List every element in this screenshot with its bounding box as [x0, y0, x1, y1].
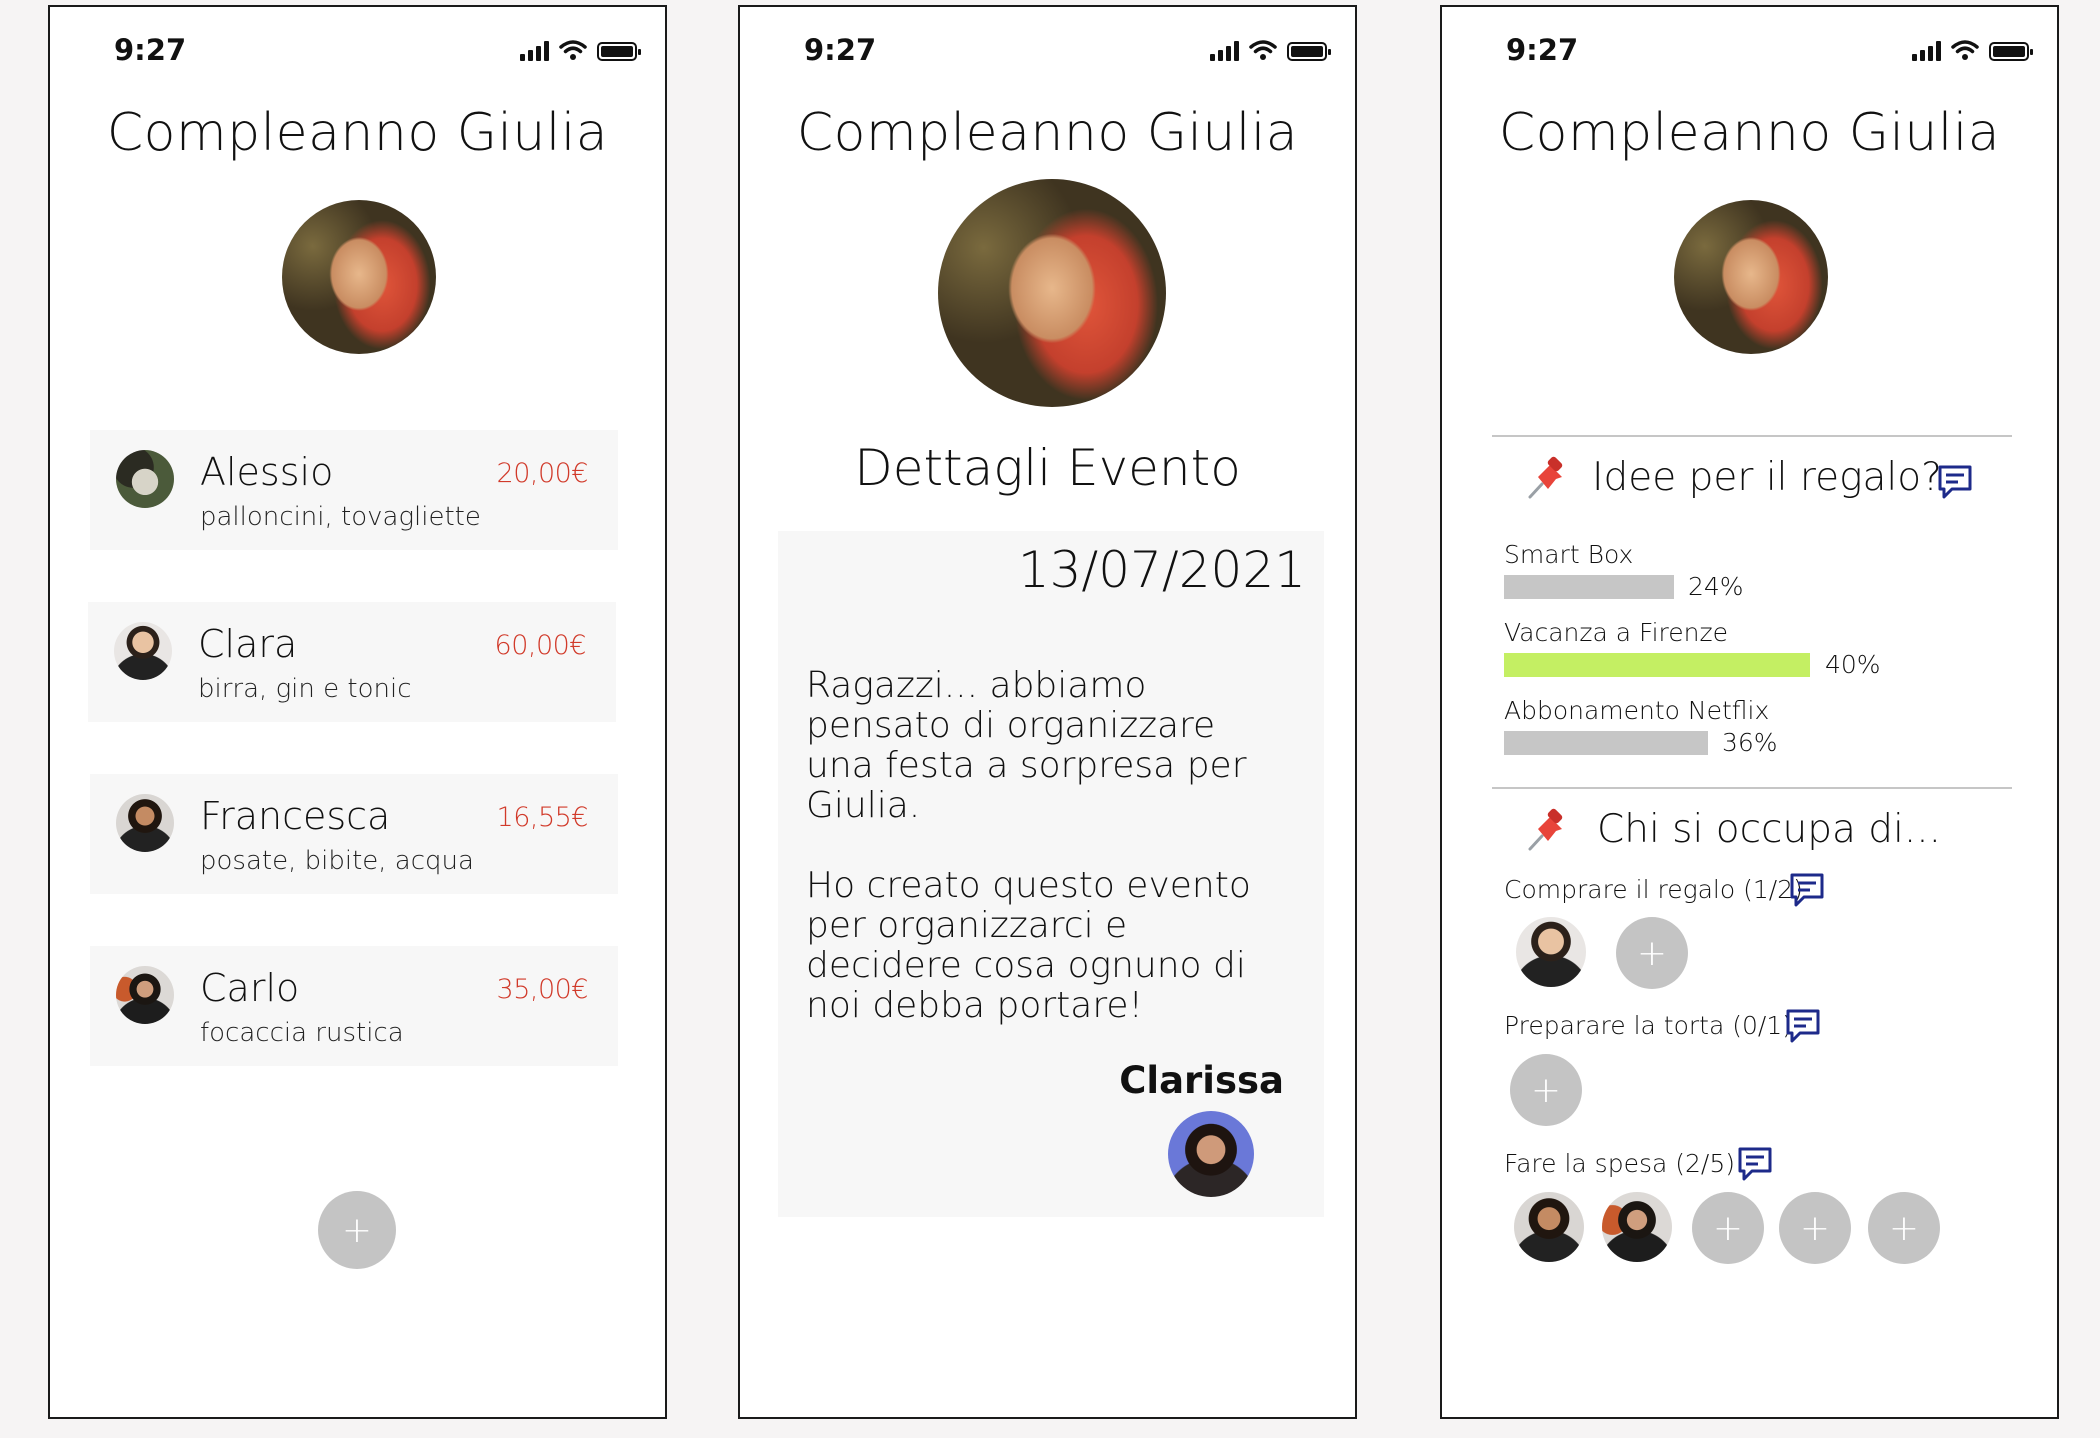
battery-icon [1287, 42, 1331, 61]
divider [1492, 435, 2012, 437]
poll-percentage: 40% [1825, 650, 1881, 679]
task-avatar [1516, 917, 1586, 987]
status-time: 9:27 [114, 33, 187, 67]
wifi-icon [1951, 40, 1979, 60]
contribution-description: focaccia rustica [200, 1018, 404, 1048]
battery-icon [1989, 42, 2033, 61]
add-person-button[interactable]: + [1779, 1192, 1851, 1264]
phone-screen-event-details: 9:27 Compleanno Giulia Dettagli Evento 1… [738, 5, 1357, 1419]
poll-percentage: 36% [1722, 728, 1778, 757]
task-avatar [1514, 1192, 1584, 1262]
chat-icon[interactable] [1736, 1145, 1774, 1183]
phone-screen-contributions: 9:27 Compleanno Giulia Alessio palloncin… [48, 5, 667, 1419]
wifi-icon [559, 40, 587, 60]
contribution-item-clara[interactable]: Clara birra, gin e tonic 60,00€ [88, 602, 616, 722]
signal-icon [520, 41, 549, 61]
add-contribution-button[interactable]: + [318, 1191, 396, 1269]
wifi-icon [1249, 40, 1277, 60]
event-details-heading: Dettagli Evento [854, 439, 1241, 497]
add-person-button[interactable]: + [1692, 1192, 1764, 1264]
task-avatar [1602, 1192, 1672, 1262]
contributor-name: Alessio [200, 450, 334, 494]
event-title: Compleanno Giulia [796, 103, 1299, 163]
avatar [114, 622, 172, 680]
task-label: Fare la spesa (2/5) [1504, 1149, 1735, 1178]
poll-bar[interactable] [1504, 731, 1708, 755]
add-person-button[interactable]: + [1868, 1192, 1940, 1264]
gift-ideas-title: Idee per il regalo? [1592, 455, 1942, 500]
divider [1492, 787, 2012, 789]
status-icons [1210, 39, 1331, 61]
contribution-item-francesca[interactable]: Francesca posate, bibite, acqua 16,55€ [90, 774, 618, 894]
event-title: Compleanno Giulia [106, 103, 609, 163]
add-person-button[interactable]: + [1510, 1054, 1582, 1126]
event-details-card: 13/07/2021 Ragazzi... abbiamo pensato di… [778, 531, 1324, 1217]
task-label: Preparare la torta (0/1) [1504, 1011, 1792, 1040]
contributor-name: Carlo [200, 966, 300, 1010]
avatar [116, 794, 174, 852]
poll-bar[interactable] [1504, 575, 1674, 599]
phone-screen-organization: 9:27 Compleanno Giulia Idee per il regal… [1440, 5, 2059, 1419]
contribution-description: posate, bibite, acqua [200, 846, 474, 876]
chat-icon[interactable] [1784, 1007, 1822, 1045]
status-time: 9:27 [804, 33, 877, 67]
poll-option-label: Abbonamento Netflix [1504, 696, 1770, 725]
event-message: Ragazzi... abbiamo pensato di organizzar… [806, 665, 1251, 1026]
avatar [116, 966, 174, 1024]
event-title: Compleanno Giulia [1498, 103, 2001, 163]
pushpin-icon [1528, 456, 1563, 499]
battery-icon [597, 42, 641, 61]
status-icons [520, 39, 641, 61]
poll-option-label: Smart Box [1504, 540, 1634, 569]
giulia-avatar [1674, 200, 1828, 354]
signal-icon [1912, 41, 1941, 61]
giulia-avatar [938, 179, 1166, 407]
chat-icon[interactable] [1788, 871, 1826, 909]
contributor-name: Francesca [200, 794, 391, 838]
contribution-item-alessio[interactable]: Alessio palloncini, tovagliette 20,00€ [90, 430, 618, 550]
task-label: Comprare il regalo (1/2) [1504, 875, 1803, 904]
contribution-price: 35,00€ [496, 974, 589, 1005]
contribution-price: 60,00€ [494, 630, 587, 661]
contribution-item-carlo[interactable]: Carlo focaccia rustica 35,00€ [90, 946, 618, 1066]
event-date: 13/07/2021 [1017, 541, 1306, 599]
avatar [116, 450, 174, 508]
poll-bar[interactable] [1504, 653, 1810, 677]
contribution-description: palloncini, tovagliette [200, 502, 481, 532]
status-icons [1912, 39, 2033, 61]
contribution-price: 20,00€ [496, 458, 589, 489]
author-avatar[interactable] [1168, 1111, 1254, 1197]
contribution-price: 16,55€ [496, 802, 589, 833]
poll-option-label: Vacanza a Firenze [1504, 618, 1729, 647]
poll-percentage: 24% [1688, 572, 1744, 601]
event-author: Clarissa [1119, 1059, 1284, 1102]
status-time: 9:27 [1506, 33, 1579, 67]
giulia-avatar [282, 200, 436, 354]
signal-icon [1210, 41, 1239, 61]
add-person-button[interactable]: + [1616, 917, 1688, 989]
pushpin-icon [1528, 808, 1563, 851]
contributor-name: Clara [198, 622, 298, 666]
contribution-description: birra, gin e tonic [198, 674, 412, 704]
tasks-title: Chi si occupa di... [1597, 807, 1942, 852]
chat-icon[interactable] [1936, 463, 1974, 501]
